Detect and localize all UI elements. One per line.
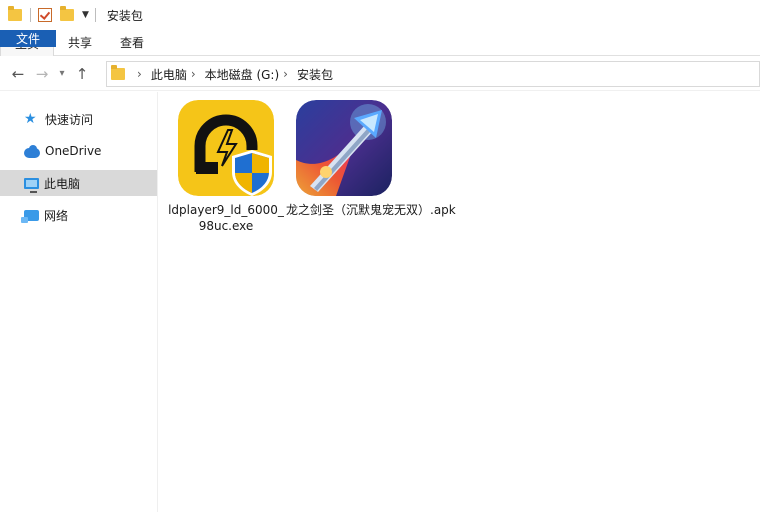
window-title: 安装包: [106, 8, 143, 23]
computer-icon: [24, 177, 39, 193]
up-arrow-icon[interactable]: ↑: [70, 62, 94, 86]
sidebar-item-label: 网络: [44, 208, 69, 223]
sidebar-item-label: 此电脑: [44, 176, 81, 191]
sidebar-item-onedrive[interactable]: OneDrive: [0, 138, 157, 164]
folder-icon: [8, 6, 22, 21]
file-list: ldplayer9_ld_6000_98uc.exe 龙之剑圣（沉默鬼宠无双）.…: [160, 92, 760, 512]
cloud-icon: [24, 144, 40, 158]
chevron-right-icon[interactable]: ›: [283, 67, 288, 81]
new-folder-icon[interactable]: [60, 6, 74, 21]
back-arrow-icon[interactable]: ←: [6, 62, 30, 86]
game-app-icon: [296, 100, 392, 196]
breadcrumb-this-pc[interactable]: 此电脑: [151, 66, 187, 83]
file-name: ldplayer9_ld_6000_98uc.exe: [168, 203, 284, 233]
toolbar-divider: [30, 8, 31, 22]
tab-share[interactable]: 共享: [54, 30, 106, 55]
network-icon: [21, 209, 39, 223]
chevron-right-icon[interactable]: ›: [137, 67, 142, 81]
breadcrumb-current-folder[interactable]: 安装包: [297, 66, 333, 83]
tab-file[interactable]: 文件: [0, 30, 56, 47]
sidebar-item-quick-access[interactable]: ★ 快速访问: [0, 106, 157, 132]
navigation-bar: ← → ▾ ↑ › 此电脑 › 本地磁盘 (G:) › 安装包: [0, 57, 760, 91]
sidebar-item-network[interactable]: 网络: [0, 202, 157, 228]
properties-icon[interactable]: [38, 8, 52, 22]
file-item-ldplayer[interactable]: ldplayer9_ld_6000_98uc.exe: [168, 100, 284, 234]
tab-view[interactable]: 查看: [106, 30, 158, 55]
toolbar-divider: [94, 8, 96, 22]
sidebar-item-label: OneDrive: [45, 144, 102, 158]
address-bar[interactable]: › 此电脑 › 本地磁盘 (G:) › 安装包: [106, 61, 760, 87]
title-bar: ▼ 安装包: [0, 0, 760, 30]
chevron-right-icon[interactable]: ›: [191, 67, 196, 81]
ribbon-tabs: 文件 主页 共享 查看: [0, 30, 760, 56]
sidebar-item-label: 快速访问: [45, 112, 94, 127]
sidebar-item-this-pc[interactable]: 此电脑: [0, 170, 157, 196]
star-icon: ★: [24, 111, 37, 127]
ldplayer-icon: [178, 100, 274, 196]
breadcrumb-drive-g[interactable]: 本地磁盘 (G:): [205, 66, 280, 83]
folder-icon: [111, 65, 125, 80]
navigation-pane: ★ 快速访问 OneDrive 此电脑 网络: [0, 92, 158, 512]
recent-locations-chevron-icon[interactable]: ▾: [54, 62, 70, 86]
chevron-down-icon[interactable]: ▼: [82, 10, 89, 20]
file-item-apk[interactable]: 龙之剑圣（沉默鬼宠无双）.apk: [286, 100, 456, 218]
forward-arrow-icon[interactable]: →: [30, 62, 54, 86]
file-name: 龙之剑圣（沉默鬼宠无双）.apk: [286, 203, 456, 217]
